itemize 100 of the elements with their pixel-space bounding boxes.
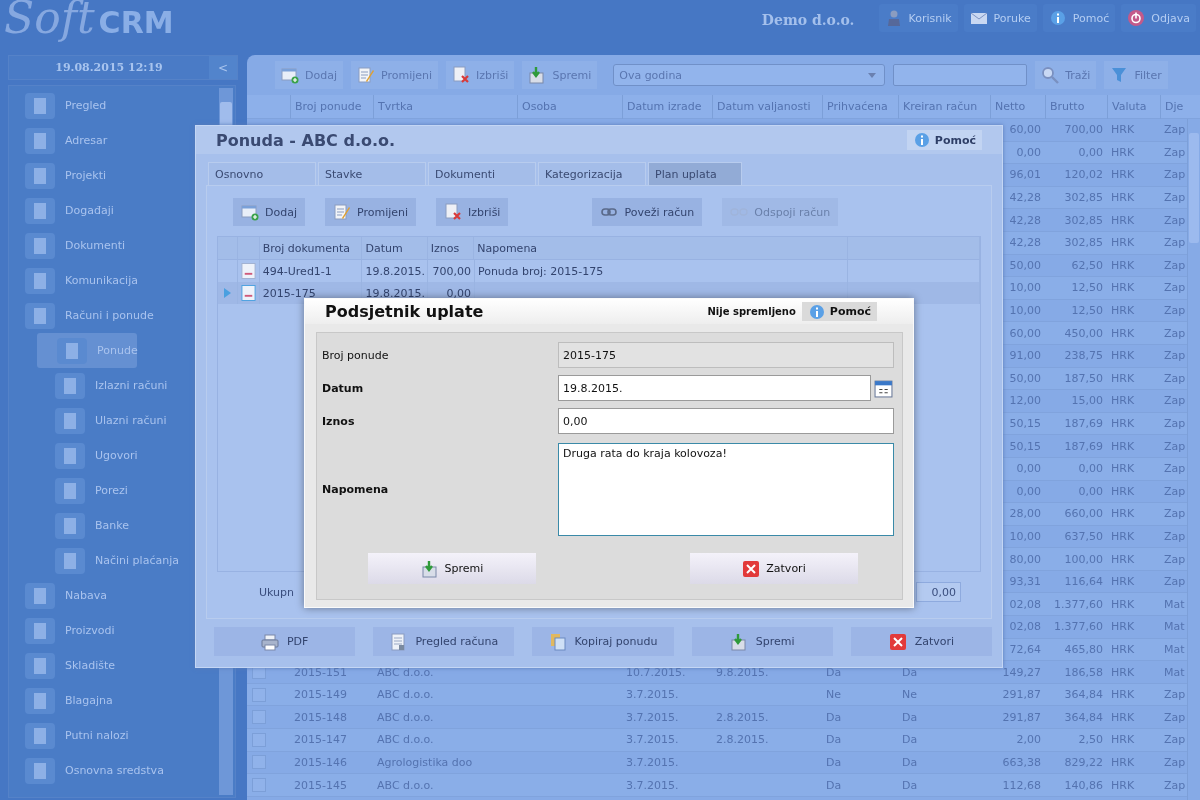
input-field[interactable]: 2015-175	[558, 342, 894, 368]
table-cell: HRK	[1111, 462, 1135, 476]
toolbar-button[interactable]: Dodaj	[275, 61, 343, 89]
submenu-item[interactable]: Ponude	[37, 333, 137, 368]
column-header[interactable]: Iznos	[427, 237, 475, 259]
footer-button[interactable]: Pregled računa	[373, 627, 515, 656]
table-cell: 42,28	[1009, 191, 1041, 205]
company-name: Demo d.o.o.	[761, 12, 855, 28]
toolbar-button[interactable]: Spremi	[522, 61, 598, 89]
field-label: Napomena	[322, 483, 390, 496]
help-button[interactable]: Pomoć	[906, 130, 982, 150]
table-cell: 3.7.2015.	[626, 778, 679, 792]
table-cell: Ne	[902, 688, 917, 702]
dialog-button[interactable]: Zatvori	[690, 553, 858, 584]
column-header[interactable]: Broj dokumenta	[259, 237, 363, 259]
tab[interactable]: Plan uplata	[648, 162, 742, 185]
column-header[interactable]: Valuta	[1107, 94, 1160, 119]
table-cell: Mat	[1164, 597, 1185, 611]
calendar-icon[interactable]	[874, 378, 893, 398]
submenu-item[interactable]: Porezi	[25, 473, 219, 508]
table-cell: 187,50	[1064, 371, 1103, 385]
toolbar-button[interactable]: Poveži račun	[592, 198, 703, 226]
search-field[interactable]	[893, 64, 1028, 86]
table-cell: Zap	[1164, 507, 1186, 521]
tab[interactable]: Kategorizacija	[538, 162, 646, 185]
menu-item[interactable]: Događaji	[25, 193, 219, 228]
submenu-item[interactable]: Izlazni računi	[25, 368, 219, 403]
column-header[interactable]: Dje	[1160, 94, 1188, 119]
header-button[interactable]: Korisnik	[878, 4, 958, 32]
table-cell: HRK	[1111, 507, 1135, 521]
close-icon	[742, 559, 761, 578]
table-cell: 660,00	[1064, 507, 1103, 521]
column-header[interactable]: Prihvaćena	[822, 94, 898, 119]
table-cell: Ne	[826, 688, 841, 702]
tab[interactable]: Stavke	[318, 162, 426, 185]
column-header[interactable]: Datum valjanosti	[712, 94, 822, 119]
column-header[interactable]: Napomena	[474, 237, 848, 259]
input-field[interactable]: 0,00	[558, 408, 894, 434]
total-field: 0,00	[916, 582, 961, 602]
tab[interactable]: Osnovno	[208, 162, 316, 185]
submenu-item[interactable]: Banke	[25, 508, 219, 543]
save-icon	[528, 66, 547, 84]
submenu-item[interactable]: Ulazni računi	[25, 403, 219, 438]
menu-item[interactable]: Nabava	[25, 578, 219, 613]
info-icon	[912, 131, 931, 149]
footer-button[interactable]: Kopiraj ponudu	[532, 627, 674, 656]
menu-item[interactable]: Blagajna	[25, 683, 219, 718]
header-button[interactable]: Pomoć	[1042, 4, 1116, 32]
field-label: Iznos	[322, 414, 356, 428]
help-button[interactable]: Pomoć	[801, 302, 877, 321]
column-header[interactable]: Broj ponude	[290, 94, 373, 119]
toolbar-button[interactable]: Izbriši	[446, 61, 515, 89]
column-header[interactable]: Brutto	[1045, 94, 1107, 119]
search-button[interactable]: Traži	[1035, 61, 1097, 89]
period-dropdown[interactable]: Ova godina	[613, 64, 886, 86]
column-header[interactable]: Datum izrade	[622, 94, 712, 119]
column-header[interactable]: Kreiran račun	[898, 94, 990, 119]
table-cell: Zap	[1164, 145, 1186, 159]
table-cell: HRK	[1111, 281, 1135, 295]
scrollbar[interactable]	[1187, 119, 1200, 800]
toolbar-button[interactable]: Promijeni	[351, 61, 439, 89]
menu-item[interactable]: Dokumenti	[25, 228, 219, 263]
footer-button[interactable]: Spremi	[691, 627, 833, 656]
date-field[interactable]: 19.8.2015.	[558, 375, 871, 401]
column-header[interactable]: Datum	[362, 237, 428, 259]
collapse-button[interactable]: <	[209, 56, 237, 79]
column-header[interactable]: Netto	[990, 94, 1045, 119]
footer-button[interactable]: Zatvori	[850, 627, 992, 656]
delete-icon	[444, 203, 463, 221]
page-icon	[25, 232, 55, 259]
tab[interactable]: Dokumenti	[428, 162, 536, 185]
footer-button[interactable]: PDF	[214, 627, 356, 656]
menu-item[interactable]: Komunikacija	[25, 263, 219, 298]
menu-label: Komunikacija	[65, 274, 138, 287]
menu-item[interactable]: Pregled	[25, 88, 219, 123]
submenu-item[interactable]: Ugovori	[25, 438, 219, 473]
toolbar-button[interactable]: Promijeni	[325, 198, 417, 226]
table-cell: 3.7.2015.	[626, 688, 679, 702]
column-header[interactable]: Tvrtka	[373, 94, 517, 119]
table-cell: 112,68	[1002, 778, 1041, 792]
table-cell: Mat	[1164, 642, 1185, 656]
submenu-item[interactable]: Načini plaćanja	[25, 543, 219, 578]
note-field[interactable]: Druga rata do kraja kolovoza!	[558, 443, 894, 536]
menu-item[interactable]: Putni nalozi	[25, 718, 219, 753]
menu-label: Događaji	[65, 204, 114, 217]
menu-item[interactable]: Računi i ponude	[25, 298, 219, 333]
table-cell: HRK	[1111, 417, 1135, 430]
header-button[interactable]: Odjava	[1121, 4, 1196, 32]
filter-button[interactable]: Filter	[1104, 61, 1168, 89]
page-icon	[25, 582, 55, 609]
page-icon	[57, 337, 87, 364]
menu-label: Porezi	[95, 484, 128, 497]
toolbar-button[interactable]: Izbriši	[436, 198, 509, 226]
dialog-button[interactable]: Spremi	[368, 553, 536, 584]
menu-label: Nabava	[65, 589, 107, 602]
header-button[interactable]: Poruke	[963, 4, 1037, 32]
menu-item[interactable]: Osnovna sredstva	[25, 753, 219, 788]
toolbar-button[interactable]: Dodaj	[233, 198, 305, 226]
table-cell: HRK	[1111, 597, 1135, 611]
column-header[interactable]: Osoba	[517, 94, 622, 119]
